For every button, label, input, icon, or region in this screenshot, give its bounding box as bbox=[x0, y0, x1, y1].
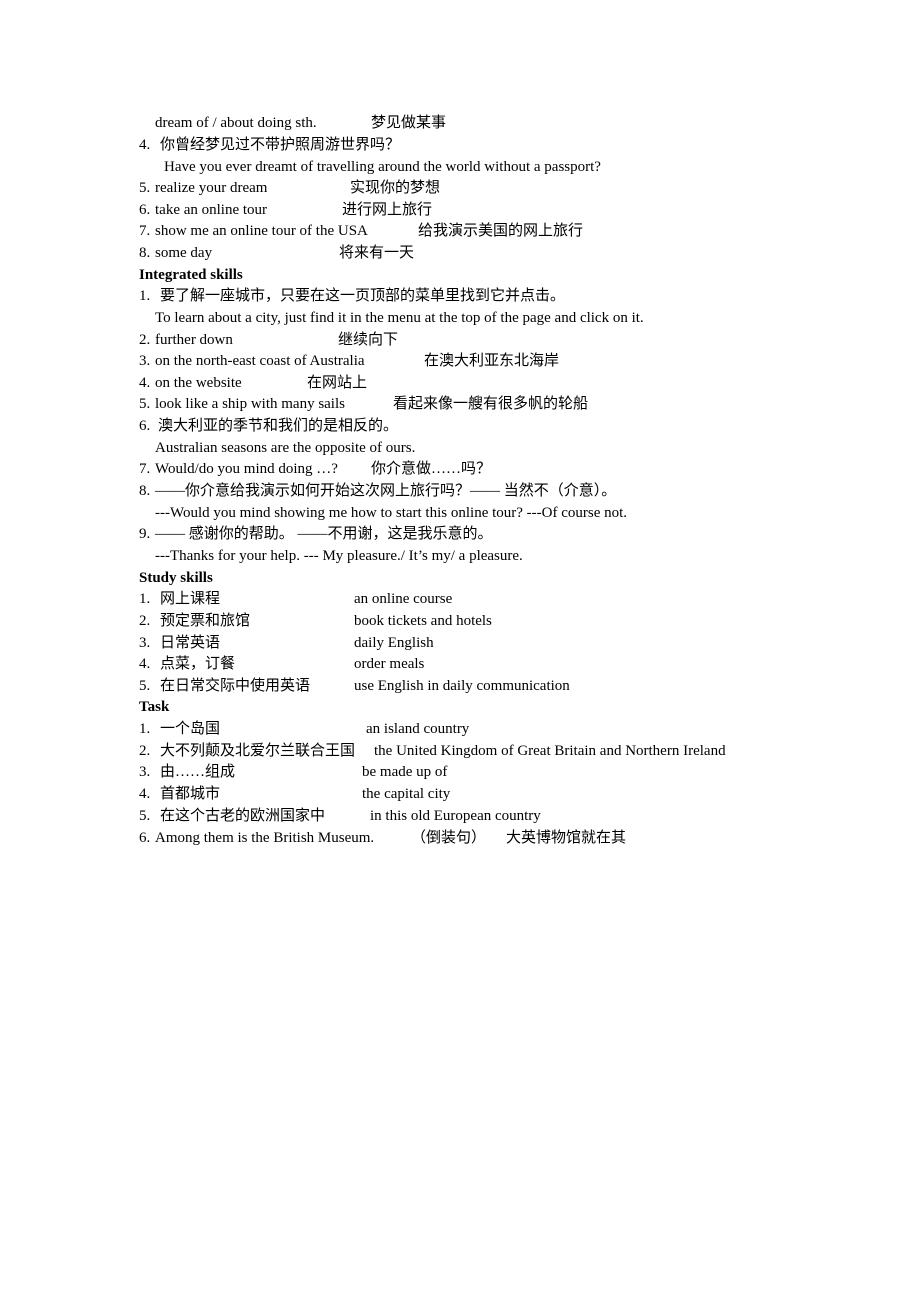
sentence-english: Have you ever dreamt of travelling aroun… bbox=[164, 159, 601, 175]
phrase-chinese: 进行网上旅行 bbox=[342, 202, 433, 218]
item-number: 2. bbox=[139, 743, 151, 759]
vocab-chinese: 大不列颠及北爱尔兰联合王国 bbox=[160, 743, 356, 759]
vocab-english: daily English bbox=[354, 635, 434, 651]
grammar-note: （倒装句） bbox=[411, 830, 487, 846]
vocab-english: in this old European country bbox=[370, 808, 541, 824]
dialogue-english: ---Would you mind showing me how to star… bbox=[155, 505, 628, 521]
item-number: 5. bbox=[139, 396, 151, 412]
dialogue-english: ---Thanks for your help. --- My pleasure… bbox=[155, 548, 523, 564]
phrase-english: some day bbox=[155, 245, 213, 261]
vocab-english: use English in daily communication bbox=[354, 678, 570, 694]
sentence-english: To learn about a city, just find it in t… bbox=[155, 310, 644, 326]
item-number: 5. bbox=[139, 678, 151, 694]
item-number: 2. bbox=[139, 332, 151, 348]
sentence-english: Australian seasons are the opposite of o… bbox=[155, 440, 416, 456]
phrase-english: Among them is the British Museum. bbox=[155, 830, 375, 846]
vocab-english: be made up of bbox=[362, 764, 448, 780]
phrase-chinese: 实现你的梦想 bbox=[350, 180, 441, 196]
sentence-chinese: 澳大利亚的季节和我们的是相反的。 bbox=[158, 418, 399, 434]
vocab-chinese: 预定票和旅馆 bbox=[160, 613, 251, 629]
vocab-english: the capital city bbox=[362, 786, 451, 802]
dialogue-chinese: —— 感谢你的帮助。 ——不用谢，这是我乐意的。 bbox=[155, 526, 493, 542]
phrase-english: Would/do you mind doing …? bbox=[155, 461, 338, 477]
vocab-english: an online course bbox=[354, 591, 453, 607]
phrase-english: on the north-east coast of Australia bbox=[155, 353, 365, 369]
item-number: 1. bbox=[139, 721, 151, 737]
item-number: 4. bbox=[139, 375, 151, 391]
item-number: 6. bbox=[139, 202, 151, 218]
vocab-chinese: 在这个古老的欧洲国家中 bbox=[160, 808, 326, 824]
item-number: 3. bbox=[139, 353, 151, 369]
dialogue-chinese: ——你介意给我演示如何开始这次网上旅行吗？—— 当然不（介意）。 bbox=[155, 483, 617, 499]
phrase-chinese: 将来有一天 bbox=[339, 245, 415, 261]
section-heading-integrated-skills: Integrated skills bbox=[139, 267, 243, 283]
phrase-english: dream of / about doing sth. bbox=[155, 115, 317, 131]
item-number: 4. bbox=[139, 137, 151, 153]
vocab-chinese: 网上课程 bbox=[160, 591, 221, 607]
phrase-chinese: 继续向下 bbox=[338, 332, 399, 348]
item-number: 2. bbox=[139, 613, 151, 629]
phrase-chinese: 大英博物馆就在其 bbox=[506, 830, 627, 846]
item-number: 6. bbox=[139, 418, 151, 434]
phrase-english: show me an online tour of the USA bbox=[155, 223, 368, 239]
vocab-english: an island country bbox=[366, 721, 470, 737]
phrase-chinese: 梦见做某事 bbox=[371, 115, 447, 131]
item-number: 8. bbox=[139, 245, 151, 261]
phrase-english: on the website bbox=[155, 375, 242, 391]
item-number: 9. bbox=[139, 526, 151, 542]
phrase-chinese: 你介意做……吗？ bbox=[371, 461, 492, 477]
vocab-english: order meals bbox=[354, 656, 425, 672]
item-number: 4. bbox=[139, 786, 151, 802]
phrase-english: look like a ship with many sails bbox=[155, 396, 345, 412]
sentence-chinese: 要了解一座城市，只要在这一页顶部的菜单里找到它并点击。 bbox=[160, 288, 566, 304]
vocab-chinese: 在日常交际中使用英语 bbox=[160, 678, 311, 694]
phrase-chinese: 给我演示美国的网上旅行 bbox=[418, 223, 584, 239]
item-number: 5. bbox=[139, 180, 151, 196]
phrase-english: realize your dream bbox=[155, 180, 268, 196]
vocab-chinese: 点菜，订餐 bbox=[160, 656, 236, 672]
vocab-chinese: 一个岛国 bbox=[160, 721, 221, 737]
section-heading-task: Task bbox=[139, 699, 170, 715]
item-number: 6. bbox=[139, 830, 151, 846]
item-number: 3. bbox=[139, 635, 151, 651]
item-number: 7. bbox=[139, 461, 151, 477]
item-number: 4. bbox=[139, 656, 151, 672]
item-number: 8. bbox=[139, 483, 151, 499]
item-number: 7. bbox=[139, 223, 151, 239]
sentence-chinese: 你曾经梦见过不带护照周游世界吗？ bbox=[160, 137, 401, 153]
item-number: 3. bbox=[139, 764, 151, 780]
item-number: 1. bbox=[139, 591, 151, 607]
vocab-chinese: 首都城市 bbox=[160, 786, 221, 802]
phrase-english: take an online tour bbox=[155, 202, 268, 218]
vocab-chinese: 日常英语 bbox=[160, 635, 221, 651]
phrase-chinese: 在网站上 bbox=[307, 375, 368, 391]
phrase-chinese: 在澳大利亚东北海岸 bbox=[424, 353, 560, 369]
vocab-chinese: 由……组成 bbox=[160, 764, 236, 780]
vocab-english: the United Kingdom of Great Britain and … bbox=[374, 743, 726, 759]
section-heading-study-skills: Study skills bbox=[139, 570, 213, 586]
phrase-chinese: 看起来像一艘有很多帆的轮船 bbox=[393, 396, 589, 412]
item-number: 1. bbox=[139, 288, 151, 304]
item-number: 5. bbox=[139, 808, 151, 824]
vocab-english: book tickets and hotels bbox=[354, 613, 492, 629]
phrase-english: further down bbox=[155, 332, 233, 348]
